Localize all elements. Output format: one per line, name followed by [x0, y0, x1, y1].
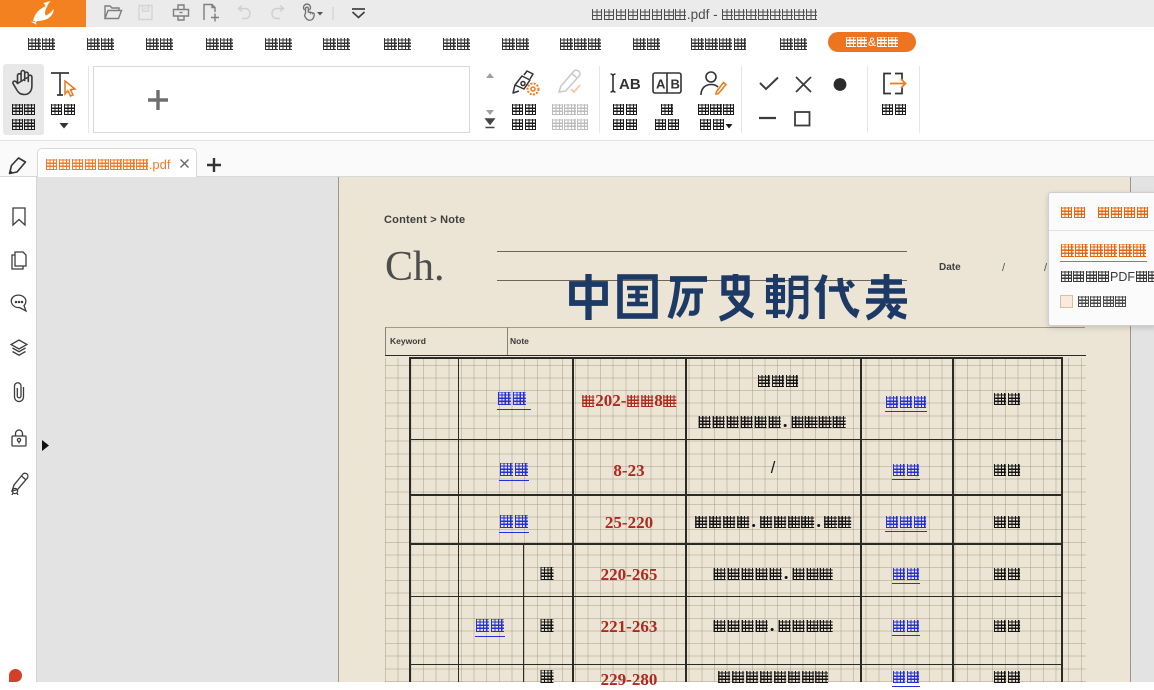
svg-text:AB: AB [619, 76, 641, 93]
svg-text:B: B [671, 77, 680, 92]
svg-text:A: A [656, 77, 666, 92]
